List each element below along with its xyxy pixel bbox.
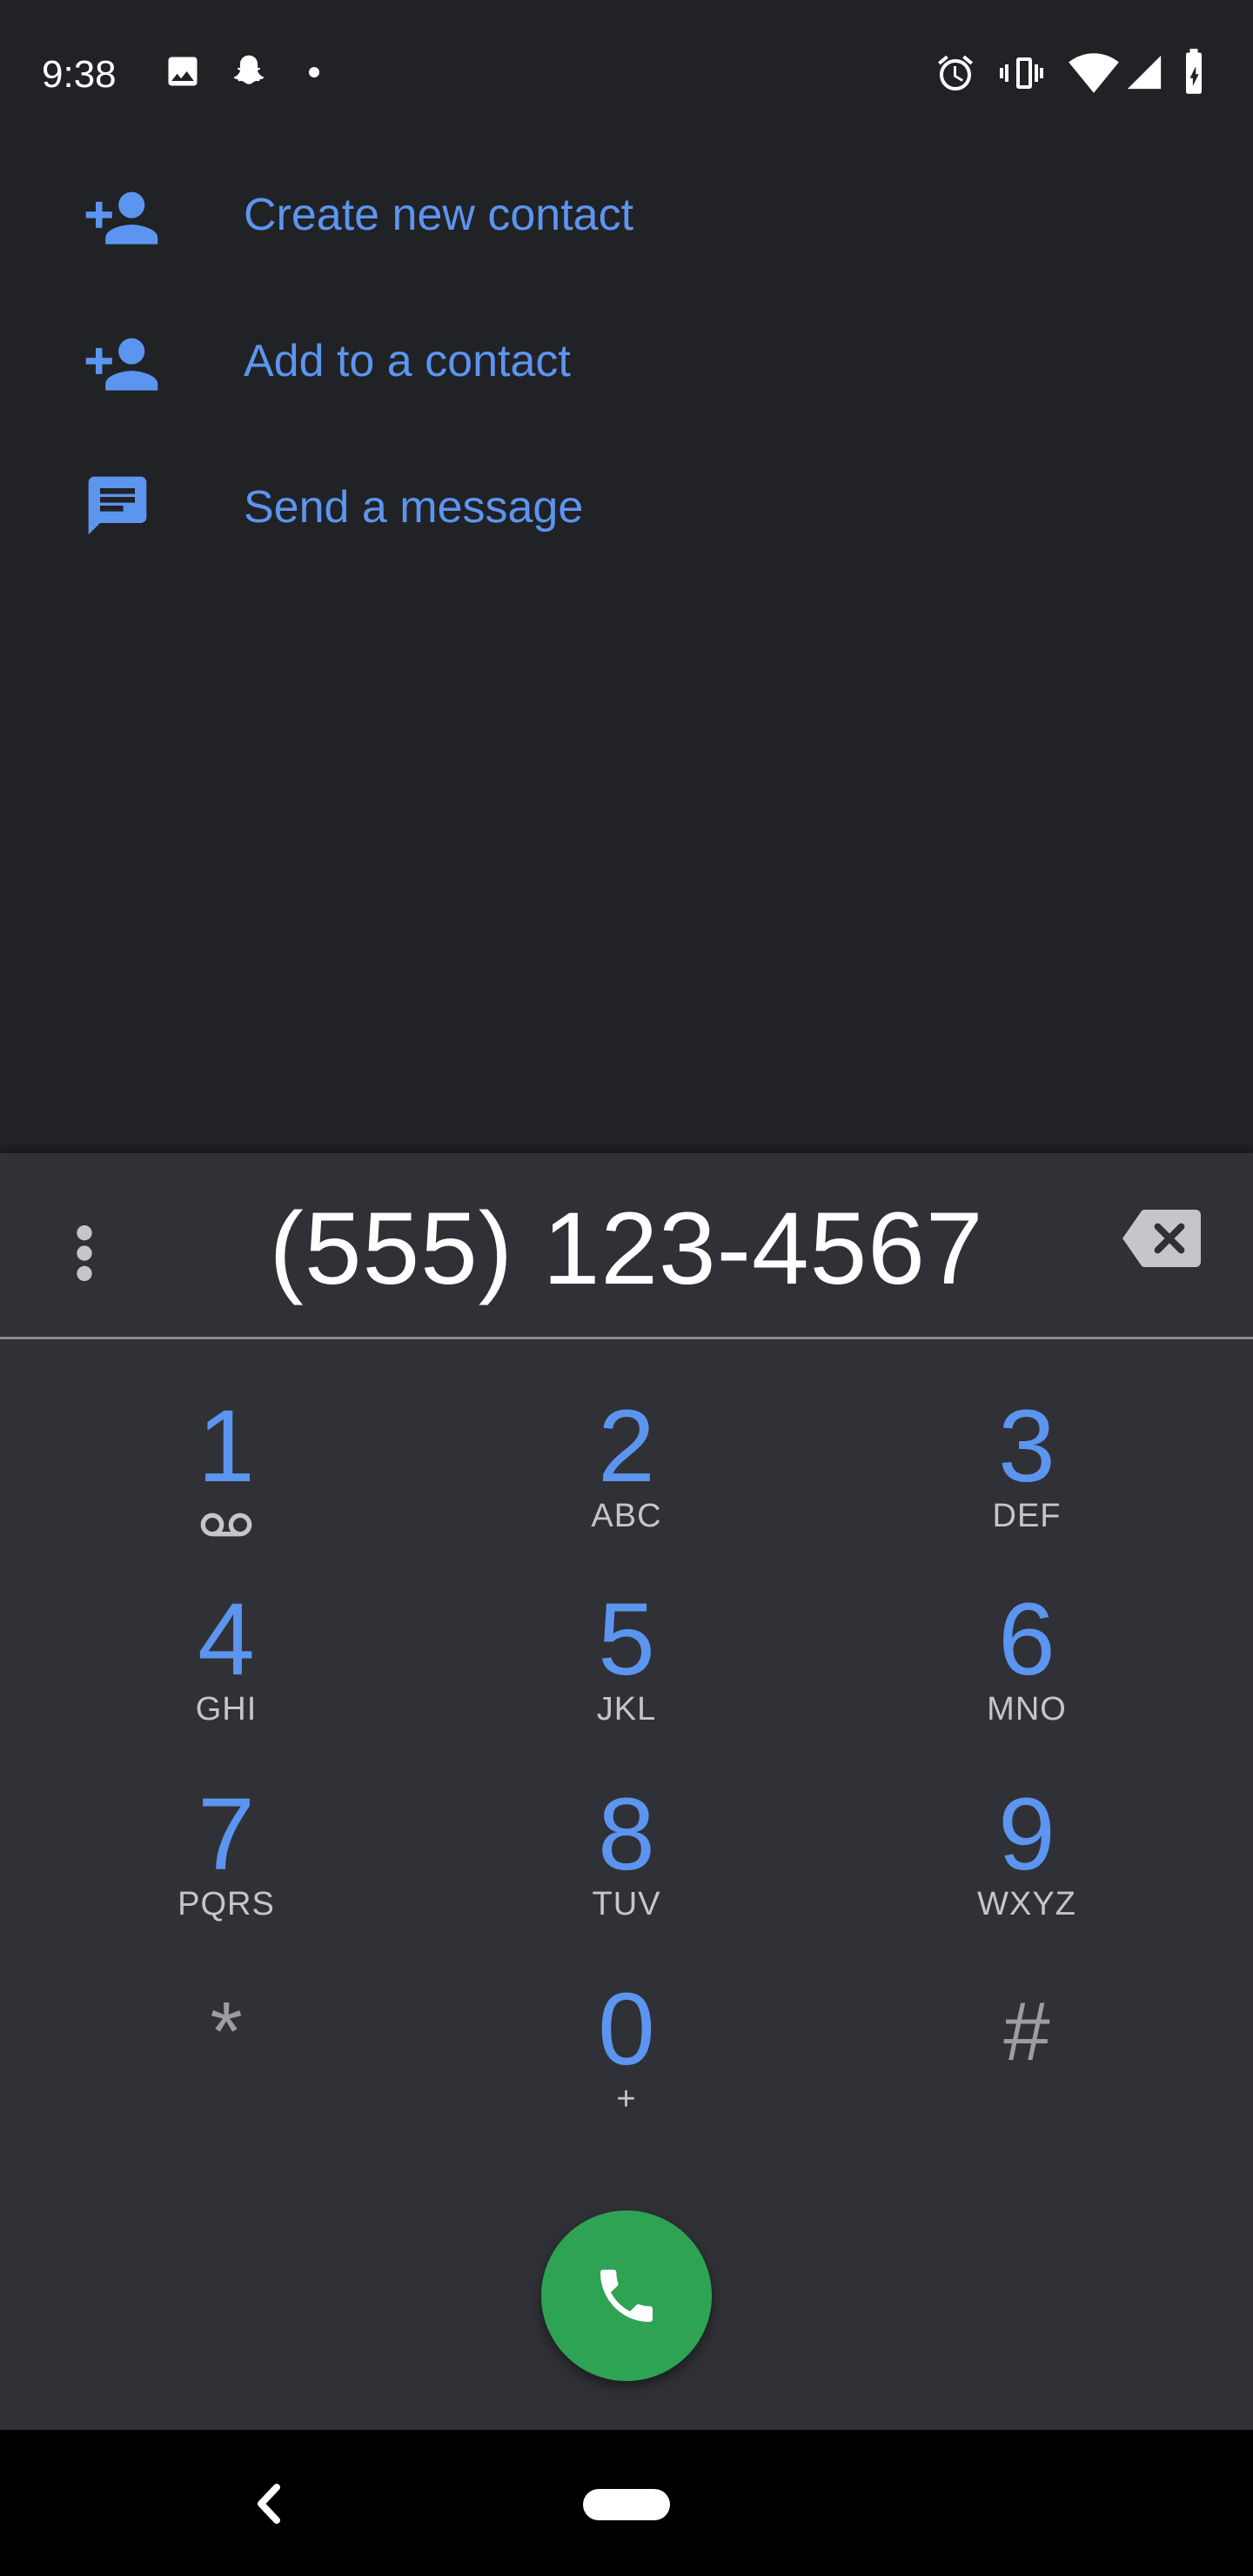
digits-divider	[0, 1337, 1253, 1339]
key-digit: 6	[998, 1582, 1055, 1697]
key-symbol: #	[1003, 1985, 1050, 2078]
key-letters: ABC	[591, 1498, 662, 1534]
key-star[interactable]: *	[96, 1971, 357, 2145]
person-add-icon	[83, 325, 161, 394]
create-new-contact-label: Create new contact	[244, 190, 634, 240]
status-bar: 9:38	[0, 0, 1253, 148]
key-3[interactable]: 3 DEF	[896, 1388, 1157, 1562]
key-digit: 8	[598, 1777, 655, 1892]
key-4[interactable]: 4 GHI	[96, 1581, 357, 1755]
digits-input[interactable]: (555) 123-4567	[174, 1192, 1079, 1305]
key-8[interactable]: 8 TUV	[496, 1776, 757, 1950]
phone-icon	[600, 2270, 653, 2322]
key-6[interactable]: 6 MNO	[896, 1581, 1157, 1755]
key-digit: 9	[998, 1777, 1055, 1892]
key-letters: PQRS	[178, 1886, 275, 1922]
digits-row: (555) 123-4567	[0, 1153, 1253, 1336]
dialer-screen: 9:38 Create new contact Add to a contact…	[0, 0, 1253, 2576]
person-add-icon	[83, 178, 161, 248]
key-7[interactable]: 7 PQRS	[96, 1776, 357, 1950]
signal-icon	[1124, 52, 1164, 97]
overflow-menu-icon[interactable]	[63, 1218, 106, 1288]
add-to-contact-label: Add to a contact	[244, 336, 571, 386]
key-letters: +	[616, 2081, 637, 2117]
call-button[interactable]	[541, 2210, 712, 2381]
send-message-item[interactable]: Send a message	[0, 440, 1253, 571]
navigation-bar	[0, 2430, 1253, 2576]
key-digit: 1	[198, 1389, 255, 1504]
snapchat-icon	[230, 52, 268, 95]
add-to-contact-item[interactable]: Add to a contact	[0, 294, 1253, 425]
backspace-icon[interactable]	[1122, 1210, 1209, 1288]
key-0[interactable]: 0 +	[496, 1971, 757, 2145]
key-letters: MNO	[987, 1691, 1067, 1727]
message-icon	[83, 471, 161, 540]
key-symbol: *	[210, 1985, 243, 2078]
back-icon[interactable]	[252, 2473, 287, 2534]
key-9[interactable]: 9 WXYZ	[896, 1776, 1157, 1950]
send-message-label: Send a message	[244, 482, 584, 533]
key-digit: 7	[198, 1777, 255, 1892]
key-digit: 4	[198, 1582, 255, 1697]
image-icon	[164, 52, 202, 95]
key-digit: 0	[598, 1972, 655, 2087]
voicemail-icon	[96, 1508, 357, 1546]
key-5[interactable]: 5 JKL	[496, 1581, 757, 1755]
key-letters: GHI	[195, 1691, 258, 1727]
alarm-icon	[935, 52, 976, 98]
battery-charging-icon	[1180, 49, 1208, 100]
key-2[interactable]: 2 ABC	[496, 1388, 757, 1562]
key-letters: TUV	[592, 1886, 661, 1922]
create-new-contact-item[interactable]: Create new contact	[0, 148, 1253, 278]
key-digit: 3	[998, 1389, 1055, 1504]
vibrate-icon	[999, 52, 1049, 98]
key-digit: 5	[598, 1582, 655, 1697]
key-hash[interactable]: #	[896, 1971, 1157, 2145]
wifi-icon	[1069, 52, 1119, 98]
status-time: 9:38	[42, 53, 117, 96]
key-letters: DEF	[992, 1498, 1062, 1534]
key-1[interactable]: 1	[96, 1388, 357, 1562]
key-letters: JKL	[596, 1691, 657, 1727]
key-digit: 2	[598, 1389, 655, 1504]
key-letters: WXYZ	[977, 1886, 1076, 1922]
home-pill-button[interactable]	[583, 2489, 670, 2520]
dot-icon	[308, 66, 320, 83]
